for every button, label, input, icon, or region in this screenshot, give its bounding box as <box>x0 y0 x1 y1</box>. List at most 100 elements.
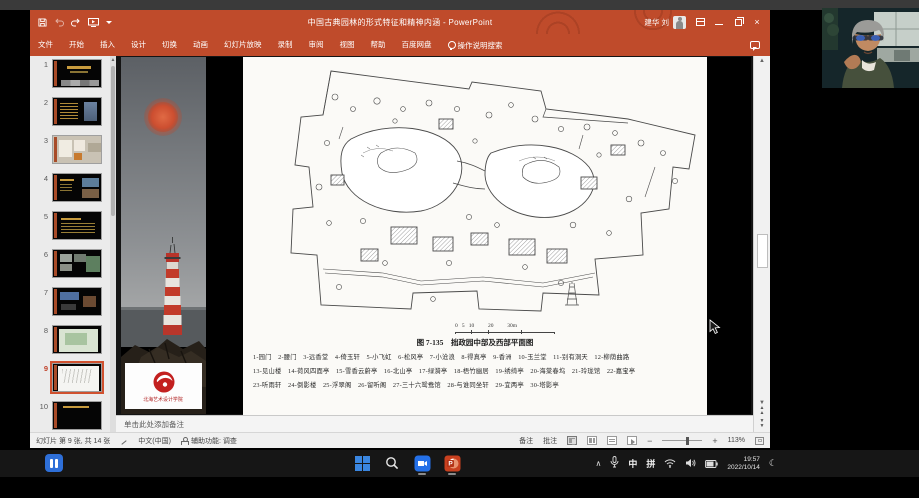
status-bar: 幻灯片 第 9 张, 共 14 张 中文(中国) 辅助功能: 调查 备注 批注 … <box>30 432 770 448</box>
zoom-slider[interactable] <box>662 440 702 441</box>
tencent-meeting-icon[interactable] <box>412 453 432 473</box>
slide-number: 3 <box>36 135 48 145</box>
slide-thumbnail[interactable] <box>52 249 102 278</box>
tab-help[interactable]: 帮助 <box>363 34 394 56</box>
language-indicator[interactable]: 中文(中国) <box>138 436 171 446</box>
slide-number: 2 <box>36 97 48 107</box>
current-slide[interactable]: 北海艺术设计学院 <box>121 57 751 414</box>
webcam-video[interactable] <box>822 8 919 88</box>
scroll-up-icon[interactable]: ▲ <box>754 58 770 64</box>
figure-legend-line: 13-见山楼 14-荷风四面亭 15-雪香云蔚亭 16-北山亭 17-绿漪亭 1… <box>253 366 703 375</box>
accessibility-status[interactable]: 辅助功能: 调查 <box>181 436 237 446</box>
slide-thumbnail[interactable] <box>52 211 102 240</box>
figure-legend-line: 1-园门 2-腰门 3-远香堂 4-倚玉轩 5-小飞虹 6-松风亭 7-小沧浪 … <box>253 352 703 361</box>
slide-thumbnail[interactable] <box>52 59 102 88</box>
logo-swirl-icon <box>152 370 176 394</box>
tab-design[interactable]: 设计 <box>123 34 154 56</box>
next-slide-icon[interactable]: ▼▼ <box>754 419 770 429</box>
wifi-icon[interactable] <box>664 455 676 473</box>
minimize-button[interactable] <box>714 17 724 27</box>
tab-view[interactable]: 视图 <box>332 34 363 56</box>
tab-insert[interactable]: 插入 <box>92 34 123 56</box>
close-button[interactable]: × <box>752 17 762 27</box>
comments-bubble-icon[interactable] <box>750 41 760 49</box>
tab-review[interactable]: 审阅 <box>301 34 332 56</box>
zoom-out-icon[interactable]: − <box>647 437 652 445</box>
garden-plan-figure: 0 5 10 20 30m 图 7-135 拙政园中部及西部平面图 1-园门 2… <box>243 57 707 415</box>
qat-customize-icon[interactable] <box>106 21 112 27</box>
tab-home[interactable]: 开始 <box>61 34 92 56</box>
figure-caption-title: 图 7-135 拙政园中部及西部平面图 <box>243 337 707 348</box>
slide-thumbnail[interactable] <box>52 325 102 354</box>
tab-slideshow[interactable]: 幻灯片放映 <box>216 34 270 56</box>
account-name: 建华 刘 <box>644 17 669 28</box>
map-scale-bar: 0 5 10 20 30m <box>455 325 563 335</box>
spell-check-icon[interactable] <box>120 437 128 445</box>
start-slideshow-icon[interactable] <box>88 18 99 27</box>
notes-toggle[interactable]: 备注 <box>519 436 533 446</box>
notes-pane[interactable]: 单击此处添加备注 <box>116 415 753 432</box>
tell-me-search[interactable]: 操作说明搜索 <box>440 40 511 51</box>
normal-view-button[interactable] <box>567 436 577 445</box>
ribbon-tab-row: 文件 开始 插入 设计 切换 动画 幻灯片放映 录制 审阅 视图 帮助 百度网盘… <box>30 34 770 56</box>
scrollbar-thumb[interactable] <box>757 234 768 268</box>
zoom-in-icon[interactable]: + <box>712 437 717 445</box>
slide-thumbnail-panel: 1 2 3 4 5 6 7 8 9 10 ▲ <box>30 56 116 432</box>
mouse-cursor <box>709 319 721 335</box>
slide-thumbnail[interactable] <box>52 135 102 164</box>
figure-legend-line: 23-听雨轩 24-倒影楼 25-浮翠阁 26-留听阁 27-三十六鸳鸯馆 28… <box>253 380 703 389</box>
slide-thumbnail[interactable] <box>52 401 102 430</box>
zoom-level[interactable]: 113% <box>728 437 745 444</box>
tab-baidu-netdisk[interactable]: 百度网盘 <box>394 34 440 56</box>
tab-transitions[interactable]: 切换 <box>154 34 185 56</box>
restore-button[interactable] <box>733 17 743 27</box>
windows-taskbar: P ∧ 中 拼 19:57 2022/10/14 ☾ <box>0 450 919 477</box>
garden-plan-drawing <box>243 57 707 323</box>
battery-icon[interactable] <box>705 455 718 473</box>
avatar <box>673 16 686 29</box>
tab-record[interactable]: 录制 <box>270 34 301 56</box>
microphone-icon[interactable] <box>610 455 619 473</box>
tell-me-label: 操作说明搜索 <box>458 40 503 51</box>
title-bar: 中国古典园林的形式特征和精神内涵 - PowerPoint 建华 刘 × <box>30 10 770 34</box>
tray-chevron-up-icon[interactable]: ∧ <box>595 459 601 469</box>
account-chip[interactable]: 建华 刘 <box>644 16 686 29</box>
screen-top-strip <box>0 0 919 10</box>
previous-slide-icon[interactable]: ▲▲ <box>754 406 770 416</box>
slide-number: 6 <box>36 249 48 259</box>
zoom-slider-knob[interactable] <box>686 437 689 445</box>
tab-file[interactable]: 文件 <box>30 34 61 56</box>
fit-slide-to-window-icon[interactable] <box>755 437 764 445</box>
focus-assist-moon-icon[interactable]: ☾ <box>769 458 777 469</box>
comments-toggle[interactable]: 批注 <box>543 436 557 446</box>
tab-animations[interactable]: 动画 <box>185 34 216 56</box>
input-mode-indicator[interactable]: 中 <box>628 457 637 470</box>
accessibility-icon <box>181 437 188 445</box>
vertical-scrollbar[interactable]: ▲ ▼ ▲▲ ▼▼ <box>753 56 770 432</box>
redo-icon[interactable] <box>71 18 81 27</box>
clock-time: 19:57 <box>727 456 760 464</box>
ime-pinyin-indicator[interactable]: 拼 <box>646 457 655 470</box>
slide-number-selected: 9 <box>36 363 48 373</box>
start-button[interactable] <box>352 453 372 473</box>
slide-thumbnail[interactable] <box>52 97 102 126</box>
quick-access-toolbar <box>30 18 120 27</box>
slide-thumbnail[interactable] <box>52 287 102 316</box>
powerpoint-window: 中国古典园林的形式特征和精神内涵 - PowerPoint 建华 刘 × 文件 … <box>30 10 770 448</box>
ribbon-display-options-icon[interactable] <box>695 17 705 27</box>
slideshow-view-button[interactable] <box>627 436 637 445</box>
powerpoint-icon[interactable]: P <box>442 453 462 473</box>
tray-clock[interactable]: 19:57 2022/10/14 <box>727 456 760 472</box>
slide-number: 8 <box>36 325 48 335</box>
search-icon[interactable] <box>382 453 402 473</box>
slide-thumbnail-selected[interactable] <box>52 363 102 392</box>
volume-icon[interactable] <box>685 455 696 473</box>
slide-thumbnail[interactable] <box>52 173 102 202</box>
reading-view-button[interactable] <box>607 436 617 445</box>
save-icon[interactable] <box>38 18 47 27</box>
svg-text:P: P <box>448 460 453 467</box>
slide-sorter-view-button[interactable] <box>587 436 597 445</box>
slide-number: 4 <box>36 173 48 183</box>
meeting-widget-icon[interactable] <box>45 454 63 472</box>
undo-icon[interactable] <box>54 18 64 27</box>
